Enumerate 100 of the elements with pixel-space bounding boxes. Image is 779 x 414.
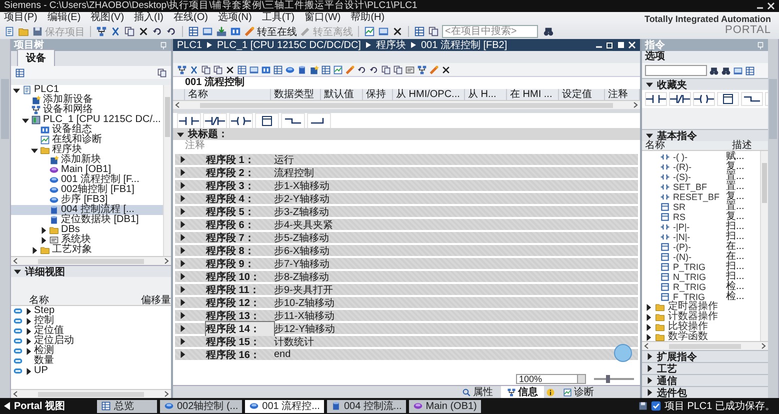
normally-closed-contact-icon[interactable] xyxy=(205,114,225,126)
instruction-item[interactable]: RESET_BF 复... xyxy=(642,192,760,202)
expand-arrow-icon[interactable] xyxy=(179,208,186,215)
detail-item[interactable]: Step xyxy=(11,306,171,316)
network-row[interactable]: 程序段 14： 步12-Y轴移动 xyxy=(175,323,638,334)
instruction-folder[interactable]: 比较操作 xyxy=(642,322,760,332)
expand-arrow-icon[interactable] xyxy=(25,308,32,314)
table-icon[interactable] xyxy=(188,26,199,37)
detail-item[interactable]: 控制 xyxy=(11,316,171,326)
tree-item[interactable]: 002轴控制 [FB1] xyxy=(11,185,163,195)
expand-arrow-icon[interactable] xyxy=(40,236,47,244)
instruction-item[interactable]: F_TRIG 检... xyxy=(642,292,760,302)
instruction-item[interactable]: -(S)- 置... xyxy=(642,172,760,182)
horizontal-scrollbar[interactable] xyxy=(642,341,768,350)
expand-arrow-icon[interactable] xyxy=(179,260,186,267)
instruction-item[interactable]: RS 复... xyxy=(642,212,760,222)
delete-icon[interactable] xyxy=(138,26,149,37)
network-row[interactable]: 程序段 3： 步1-X轴移动 xyxy=(175,180,638,191)
scroll-right-icon[interactable] xyxy=(164,258,169,264)
screen-icon[interactable] xyxy=(249,64,259,74)
instruction-item[interactable]: -(N)- 在... xyxy=(642,252,760,262)
detail-item[interactable]: 定位启动 xyxy=(11,336,171,346)
table-icon[interactable] xyxy=(273,64,283,74)
expand-arrow-icon[interactable] xyxy=(179,286,186,293)
diagnostics-icon[interactable] xyxy=(333,64,343,74)
screen-icon[interactable] xyxy=(202,26,213,37)
collapse-arrow-icon[interactable] xyxy=(14,268,21,275)
table-icon[interactable] xyxy=(15,68,25,78)
delete-icon[interactable] xyxy=(392,26,403,37)
expand-arrow-icon[interactable] xyxy=(179,351,186,358)
expand-arrow-icon[interactable] xyxy=(179,299,186,306)
network-row[interactable]: 程序段 16： end xyxy=(175,349,638,360)
network-row[interactable]: 程序段 10： 步8-Z轴移动 xyxy=(175,271,638,282)
collapse-arrow-icon[interactable] xyxy=(31,146,38,154)
slider-thumb[interactable] xyxy=(606,375,610,383)
copy-icon[interactable] xyxy=(157,68,167,78)
tree-item[interactable]: 001 流程控制 [F... xyxy=(11,175,163,185)
breadcrumb-item[interactable]: 001 流程控制 [FB2] xyxy=(420,38,508,52)
scroll-left-icon[interactable] xyxy=(644,343,649,349)
collapse-arrow-icon[interactable] xyxy=(177,130,184,138)
collapse-arrow-icon[interactable] xyxy=(646,132,653,139)
menu-item[interactable]: 编辑(E) xyxy=(47,12,81,24)
folder-icon[interactable] xyxy=(18,26,29,37)
detail-item[interactable]: 检测 xyxy=(11,346,171,356)
network-icon[interactable] xyxy=(417,64,427,74)
tree-item[interactable]: DBs xyxy=(11,225,163,235)
system-block-icon[interactable] xyxy=(405,64,415,74)
detail-item[interactable]: 定位值 xyxy=(11,326,171,336)
expand-arrow-icon[interactable] xyxy=(179,182,186,189)
scroll-right-icon[interactable] xyxy=(633,102,638,108)
instruction-item[interactable]: -|P|- 扫... xyxy=(642,222,760,232)
expand-arrow-icon[interactable] xyxy=(646,389,653,396)
network-row[interactable]: 程序段 4： 步2-Y轴移动 xyxy=(175,193,638,204)
expand-arrow-icon[interactable] xyxy=(25,338,32,344)
network-row[interactable]: 程序段 7： 步5-Z轴移动 xyxy=(175,232,638,243)
breadcrumb-item[interactable]: PLC1 xyxy=(177,40,202,50)
expand-arrow-icon[interactable] xyxy=(179,156,186,163)
search-field[interactable]: <在项目中搜索> xyxy=(442,25,538,38)
diagnostics-icon[interactable] xyxy=(364,26,375,37)
tree-item[interactable]: 设备组态 xyxy=(11,125,163,135)
menu-item[interactable]: 在线(O) xyxy=(173,12,208,24)
network-row[interactable]: 程序段 11： 步9-夹具打开 xyxy=(175,284,638,295)
tree-item[interactable]: 在线和诊断 xyxy=(11,135,163,145)
section-title[interactable]: 工艺 xyxy=(657,362,677,376)
table-icon[interactable] xyxy=(414,26,425,37)
instruction-item[interactable]: -(P)- 在... xyxy=(642,242,760,252)
menu-item[interactable]: 帮助(H) xyxy=(350,12,385,24)
maximize-icon[interactable] xyxy=(617,41,625,49)
tree-item[interactable]: 定位数据块 [DB1] xyxy=(11,215,163,225)
expand-arrow-icon[interactable] xyxy=(179,234,186,241)
editor-tab[interactable]: 002轴控制 (... xyxy=(160,400,242,412)
network-icon[interactable] xyxy=(177,64,187,74)
network-icon[interactable] xyxy=(96,26,107,37)
tree-item[interactable]: PLC1 xyxy=(11,85,163,95)
section-title[interactable]: 通信 xyxy=(657,374,677,388)
instruction-item[interactable]: -( )- 赋... xyxy=(642,152,760,162)
instruction-item[interactable]: P_TRIG 扫... xyxy=(642,262,760,272)
copy-icon[interactable] xyxy=(124,26,135,37)
close-icon[interactable] xyxy=(767,2,775,10)
expand-arrow-icon[interactable] xyxy=(646,377,653,384)
coil-icon[interactable] xyxy=(694,93,714,105)
network-row[interactable]: 程序段 13： 步11-X轴移动 xyxy=(175,310,638,321)
coil-icon[interactable] xyxy=(231,114,251,126)
undo-icon[interactable] xyxy=(152,26,163,37)
cut-icon[interactable] xyxy=(189,64,199,74)
menu-item[interactable]: 选项(N) xyxy=(218,12,252,24)
instruction-item[interactable]: N_TRIG 扫... xyxy=(642,272,760,282)
menu-item[interactable]: 工具(T) xyxy=(262,12,295,24)
expand-arrow-icon[interactable] xyxy=(645,334,652,340)
editor-tab[interactable]: Main (OB1) xyxy=(408,400,481,412)
instruction-folder[interactable]: 定时器操作 xyxy=(642,302,760,312)
scroll-right-icon[interactable] xyxy=(164,391,169,397)
go-online-icon[interactable] xyxy=(244,26,255,37)
network-row[interactable]: 程序段 12： 步10-Z轴移动 xyxy=(175,297,638,308)
instruction-item[interactable]: -(R)- 复... xyxy=(642,162,760,172)
menu-item[interactable]: 插入(I) xyxy=(134,12,164,24)
expand-arrow-icon[interactable] xyxy=(40,226,47,234)
instruction-item[interactable]: SR 置... xyxy=(642,202,760,212)
expand-arrow-icon[interactable] xyxy=(645,324,652,330)
back-arrow-icon[interactable] xyxy=(4,402,10,410)
